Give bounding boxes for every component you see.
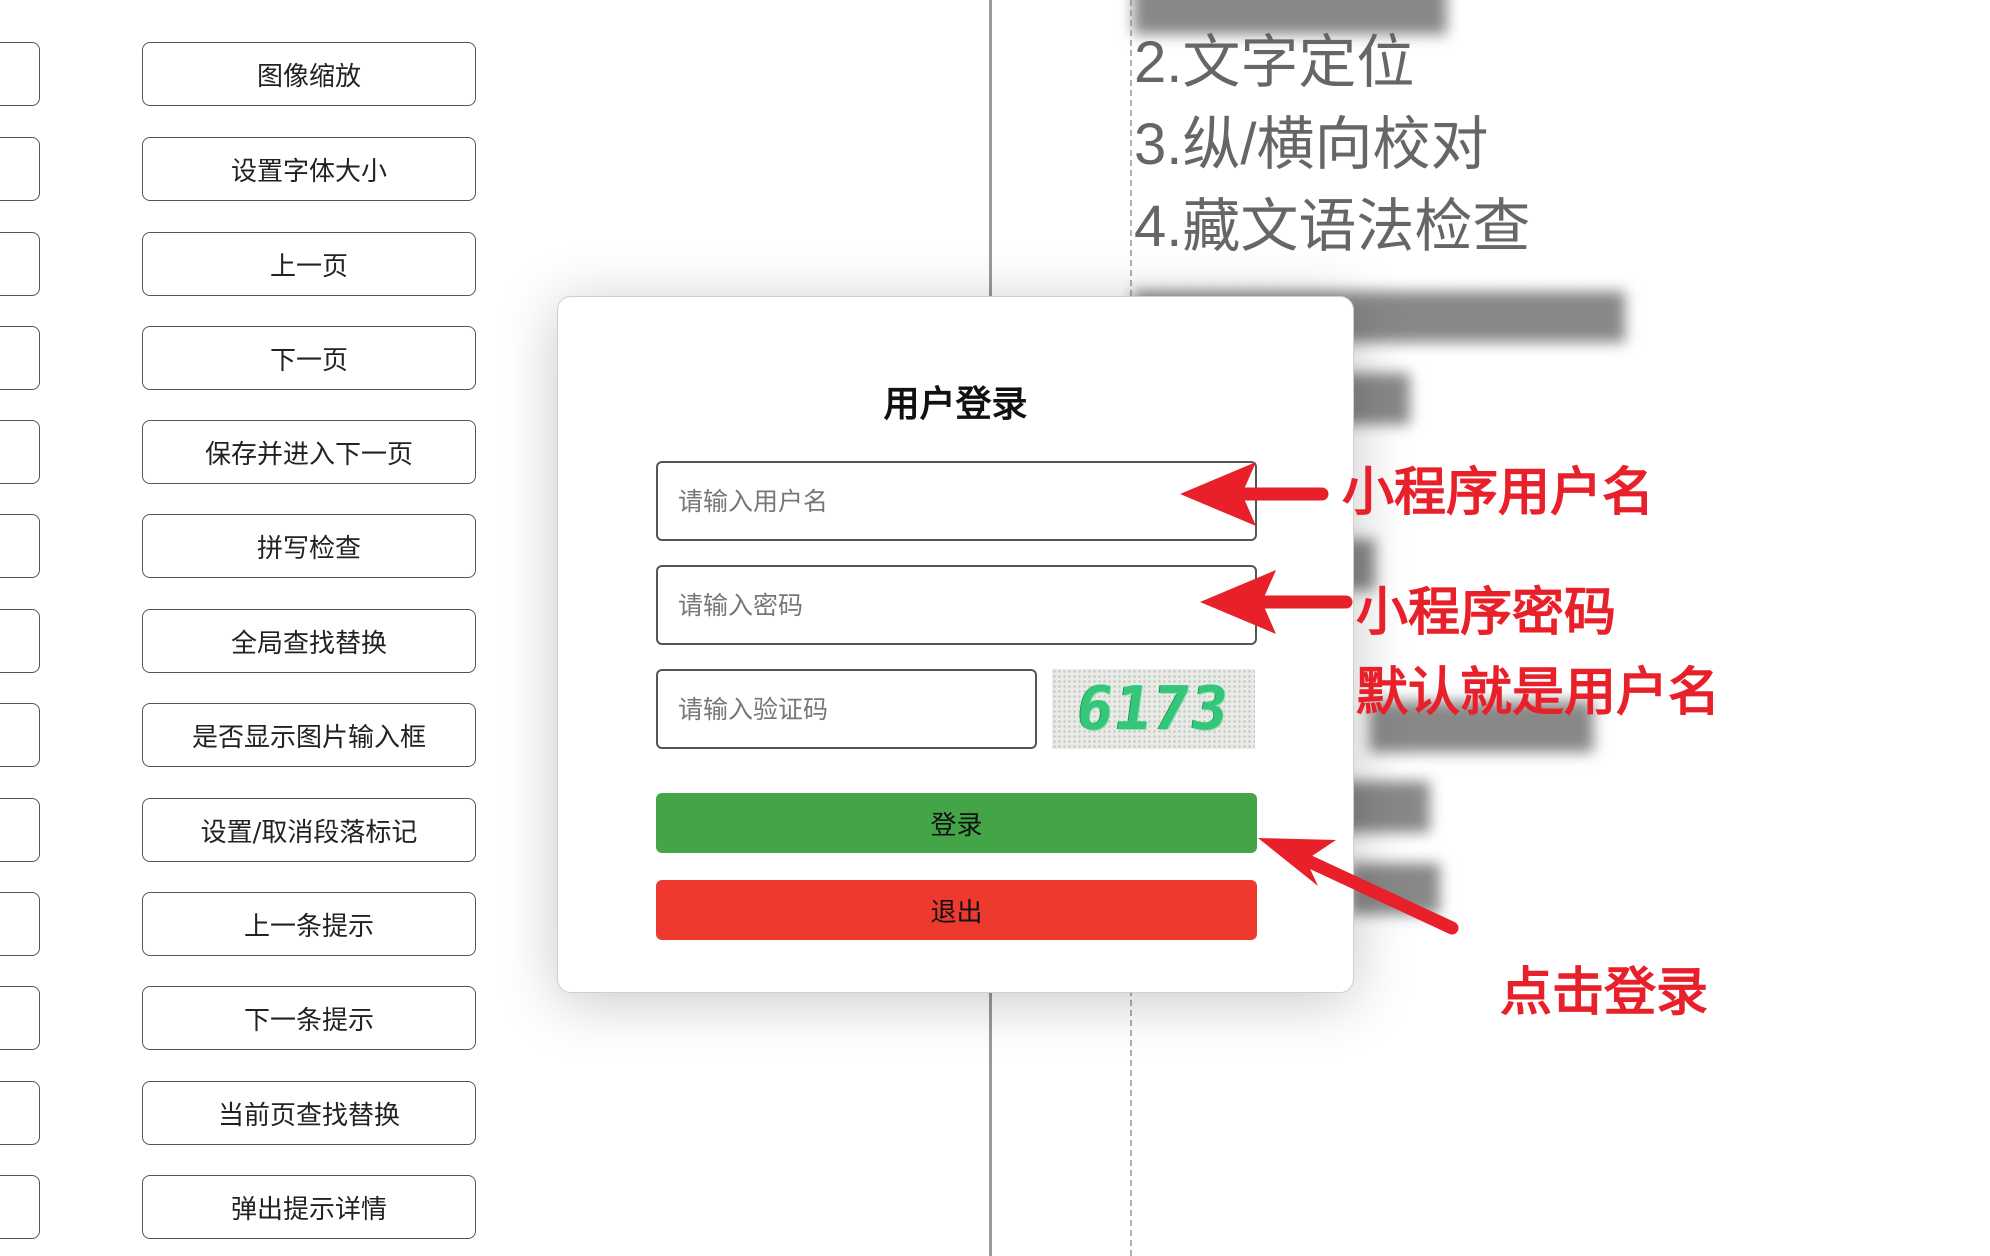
arrow-to-login (1299, 853, 1459, 935)
password-annotation: 小程序密码 (1356, 583, 1617, 643)
annotation-arrows (1180, 462, 1459, 935)
username-annotation: 小程序用户名 (1342, 463, 1655, 523)
login-annotation: 点击登录 (1500, 963, 1709, 1023)
password-default-annotation: 默认就是用户名 (1356, 663, 1721, 723)
